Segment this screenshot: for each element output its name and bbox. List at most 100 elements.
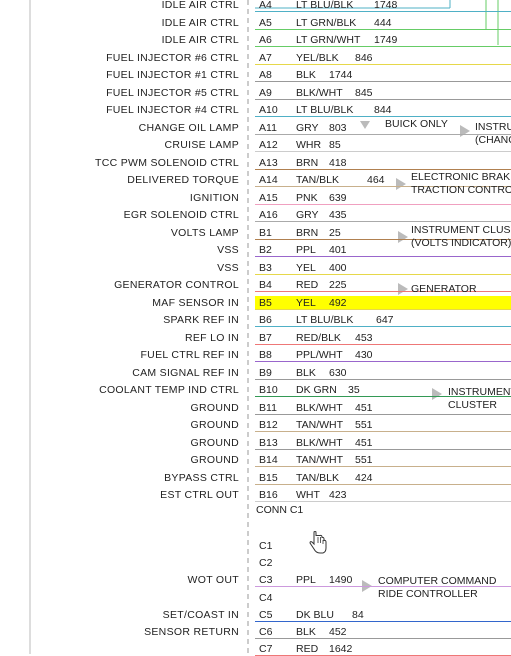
wire-line (255, 28, 511, 30)
pin-id: B13 (259, 436, 278, 449)
wiring-diagram: IDLE AIR CTRL A4 LT BLU/BLK 1748 IDLE AIR CT… (0, 0, 511, 656)
pin-id: A9 (259, 86, 272, 99)
circuit-number: 844 (374, 104, 392, 116)
connector-label: CONN C1 (256, 504, 304, 516)
pin-id: C2 (259, 557, 273, 570)
circuit-number: 25 (329, 226, 341, 239)
wire-line (255, 326, 511, 327)
pin-function-label: IDLE AIR CTRL (161, 16, 239, 29)
pin-function-label: CAM SIGNAL REF IN (132, 366, 239, 379)
instr-cluster-arrow (432, 388, 442, 400)
wire-color: PPL (296, 244, 316, 256)
pin-function-label: CHANGE OIL LAMP (138, 121, 239, 134)
wire-line (255, 448, 511, 450)
pin-id: B1 (259, 226, 272, 239)
wire-color: TAN/BLK (296, 174, 339, 186)
wire-line (255, 133, 511, 135)
circuit-number: 1490 (329, 574, 353, 587)
wire-color: DK BLU (296, 608, 334, 621)
circuit-number: 639 (329, 191, 347, 204)
pin-id: A11 (259, 121, 277, 134)
generator-arrow (398, 283, 408, 295)
buick-only-arrow (360, 121, 370, 129)
wire-line (255, 151, 511, 152)
pin-function-label: TCC PWM SOLENOID CTRL (95, 156, 239, 169)
pin-function-label: FUEL CTRL REF IN (140, 349, 239, 361)
pin-function-label: GROUND (190, 454, 239, 466)
pin-id: C4 (259, 591, 273, 604)
pin-id: B16 (259, 489, 278, 501)
pin-function-label: EST CTRL OUT (160, 489, 239, 501)
circuit-number: 435 (329, 209, 347, 221)
pin-id: A16 (259, 209, 278, 221)
wire-line (255, 203, 511, 205)
pin-function-label: EGR SOLENOID CTRL (123, 209, 239, 221)
note-ebrake-2: TRACTION CONTRO (411, 184, 511, 196)
pin-function-label: SENSOR RETURN (144, 626, 239, 638)
note-buick-only: BUICK ONLY (385, 118, 448, 130)
pin-function-label: WOT OUT (187, 574, 239, 587)
wire-line (255, 221, 511, 222)
wire-color: GRY (296, 209, 319, 221)
pin-id: B7 (259, 331, 272, 344)
wire-line (255, 431, 511, 432)
wire-color: LT BLU/BLK (296, 314, 354, 326)
wire-color: BLK/WHT (296, 401, 343, 414)
pin-function-label: MAF SENSOR IN (152, 296, 239, 309)
circuit-number: 401 (329, 244, 347, 256)
wire-line (255, 168, 511, 170)
circuit-number: 551 (355, 454, 373, 466)
pin-function-label: FUEL INJECTOR #1 CTRL (106, 69, 239, 81)
circuit-number: 444 (374, 16, 392, 29)
pin-id: B9 (259, 366, 272, 379)
wire-line (255, 256, 511, 257)
wire-line (255, 98, 511, 100)
wire-color: TAN/WHT (296, 419, 344, 431)
wire-line (255, 308, 511, 310)
wire-color: WHR (296, 139, 322, 151)
circuit-number: 453 (355, 331, 373, 344)
wire-color: BLK/WHT (296, 436, 343, 449)
wire-color: TAN/BLK (296, 471, 339, 484)
note-instru-change-2: (CHANC (475, 134, 511, 146)
pin-id: A4 (259, 0, 272, 11)
instr-clus-arrow (398, 231, 408, 243)
circuit-number: 430 (355, 349, 373, 361)
circuit-number: 647 (376, 314, 394, 326)
wire-line (255, 620, 511, 622)
pin-id: C3 (259, 574, 273, 587)
pin-id: C7 (259, 643, 273, 656)
note-instru-change-1: INSTRU (475, 121, 511, 133)
pin-id: A14 (259, 174, 278, 186)
wire-line (255, 361, 511, 362)
pin-function-label: REF LO IN (184, 331, 239, 344)
wire-color: LT BLU/BLK (296, 0, 354, 11)
wire-color: YEL (296, 296, 316, 309)
instru-change-arrow (460, 125, 470, 137)
pin-function-label: GROUND (190, 401, 239, 414)
circuit-number: 845 (355, 86, 373, 99)
pin-function-label: GROUND (190, 419, 239, 431)
pin-id: A15 (259, 191, 278, 204)
pin-function-label: VSS (217, 244, 239, 256)
pin-id: A13 (259, 156, 278, 169)
pin-function-label: FUEL INJECTOR #5 CTRL (106, 86, 239, 99)
pin-id: A6 (259, 34, 272, 46)
wire-color: YEL (296, 261, 316, 274)
pin-id: A10 (259, 104, 278, 116)
circuit-number: 424 (355, 471, 373, 484)
pin-id: A8 (259, 69, 272, 81)
circuit-number: 464 (367, 174, 385, 186)
wire-color: BLK (296, 626, 316, 638)
wire-line (255, 483, 511, 485)
note-instr-cluster-1: INSTRUMENT (448, 386, 511, 398)
note-ccrc-1: COMPUTER COMMAND (378, 575, 497, 587)
circuit-number: 1642 (329, 643, 353, 656)
circuit-number: 1748 (374, 0, 398, 11)
circuit-number: 418 (329, 156, 347, 169)
pin-id: B15 (259, 471, 278, 484)
pin-function-label: VSS (217, 261, 239, 274)
pin-function-label: FUEL INJECTOR #6 CTRL (106, 51, 239, 64)
pin-function-label: COOLANT TEMP IND CTRL (99, 384, 239, 396)
pin-function-label: IDLE AIR CTRL (161, 34, 239, 46)
